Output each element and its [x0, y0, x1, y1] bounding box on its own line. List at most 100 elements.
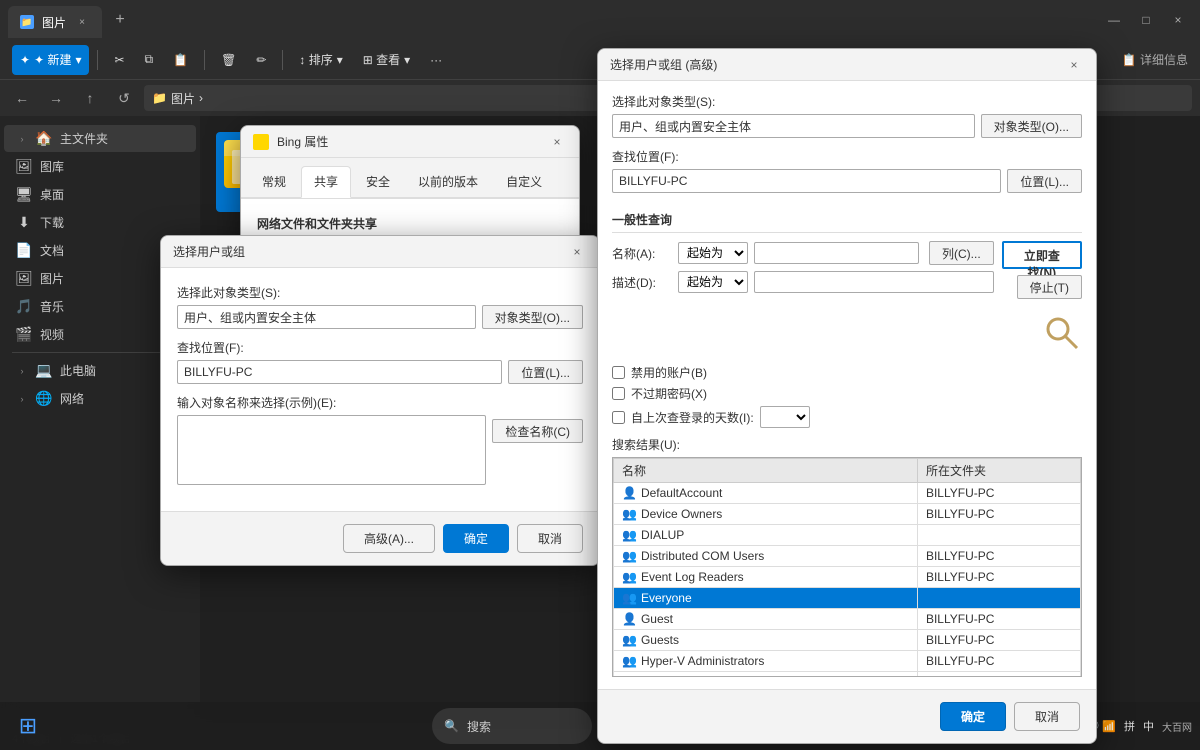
result-folder-cell: BILLYFU-PC	[917, 651, 1080, 672]
bing-props-close[interactable]: ×	[547, 132, 567, 152]
rename-btn[interactable]: ✏	[248, 45, 274, 75]
refresh-btn[interactable]: ↺	[110, 84, 138, 112]
col-btn[interactable]: 列(C)...	[929, 241, 994, 265]
detail-toggle[interactable]: 📋 详细信息	[1122, 51, 1188, 68]
sidebar-label-thispc: 此电脑	[60, 362, 96, 379]
delete-btn[interactable]: 🗑	[213, 45, 244, 75]
path-segment: 图片	[171, 90, 195, 107]
paste-btn[interactable]: 📋	[165, 45, 196, 75]
select-user-advanced-dialog[interactable]: 选择用户或组 (高级) × 选择此对象类型(S): 对象类型(O)... 查找位…	[597, 48, 1097, 744]
result-name-cell: 👥Everyone	[614, 588, 918, 609]
no-expire-label: 不过期密码(X)	[631, 385, 707, 402]
table-row[interactable]: 👥IIS_IUSRSBILLYFU-PC	[614, 672, 1081, 678]
tab-close-btn[interactable]: ×	[74, 14, 90, 30]
sidebar-item-download[interactable]: ⬇ 下载	[4, 209, 196, 236]
taskbar-left: ⊞	[8, 706, 48, 746]
obj-name-textarea[interactable]	[177, 415, 486, 485]
adv-location-field[interactable]	[612, 169, 1001, 193]
result-name-cell: 👥IIS_IUSRS	[614, 672, 918, 678]
title-tab[interactable]: 📁 图片 ×	[8, 6, 102, 38]
sidebar-item-home[interactable]: › 🏠 主文件夹	[4, 125, 196, 152]
tab-share[interactable]: 共享	[301, 166, 351, 198]
select-user-advanced-close[interactable]: ×	[1064, 55, 1084, 75]
result-name-cell: 👥Hyper-V Administrators	[614, 651, 918, 672]
table-row[interactable]: 👥Distributed COM UsersBILLYFU-PC	[614, 546, 1081, 567]
ime-indicator[interactable]: 拼	[1124, 718, 1135, 734]
name-value-field[interactable]	[754, 242, 919, 264]
adv-obj-type-btn[interactable]: 对象类型(O)...	[981, 114, 1082, 138]
obj-type-field[interactable]	[177, 305, 476, 329]
adv-obj-type-field[interactable]	[612, 114, 975, 138]
table-row[interactable]: 👥Hyper-V AdministratorsBILLYFU-PC	[614, 651, 1081, 672]
col-name-header[interactable]: 名称	[614, 459, 918, 483]
find-now-btn[interactable]: 立即查找(N)	[1002, 241, 1082, 269]
tab-security[interactable]: 安全	[353, 166, 403, 197]
obj-type-label: 选择此对象类型(S):	[177, 284, 583, 301]
desc-value-field[interactable]	[754, 271, 994, 293]
sidebar-item-gallery[interactable]: 🖼 图库	[4, 153, 196, 180]
close-btn[interactable]: ×	[1164, 6, 1192, 34]
minimize-btn[interactable]: —	[1100, 6, 1128, 34]
table-row[interactable]: 👥Event Log ReadersBILLYFU-PC	[614, 567, 1081, 588]
adv-location-btn[interactable]: 位置(L)...	[1007, 169, 1082, 193]
disabled-accounts-label: 禁用的账户(B)	[631, 364, 707, 381]
table-row[interactable]: 👤DefaultAccountBILLYFU-PC	[614, 483, 1081, 504]
results-container[interactable]: 名称 所在文件夹 👤DefaultAccountBILLYFU-PC👥Devic…	[612, 457, 1082, 677]
new-tab-btn[interactable]: +	[106, 6, 134, 34]
tab-previous[interactable]: 以前的版本	[405, 166, 491, 197]
name-condition-select[interactable]: 起始为 包含	[678, 242, 748, 264]
check-names-btn[interactable]: 检查名称(C)	[492, 419, 583, 443]
result-folder-cell	[917, 525, 1080, 546]
tab-general[interactable]: 常规	[249, 166, 299, 197]
select-user-small-cancel[interactable]: 取消	[517, 524, 583, 553]
obj-type-btn[interactable]: 对象类型(O)...	[482, 305, 583, 329]
table-row[interactable]: 👥Everyone	[614, 588, 1081, 609]
result-name-cell: 👥Event Log Readers	[614, 567, 918, 588]
select-user-small-ok[interactable]: 确定	[443, 524, 509, 553]
view-label: ⊞ 查看	[363, 51, 400, 68]
new-button[interactable]: ✦ ✦ 新建 ▾	[12, 45, 89, 75]
bing-props-icon	[253, 134, 269, 150]
sidebar-label-pictures: 图片	[40, 270, 64, 287]
general-query-divider: 一般性查询	[612, 203, 1082, 233]
desc-condition-select[interactable]: 起始为 包含	[678, 271, 748, 293]
col-folder-header[interactable]: 所在文件夹	[917, 459, 1080, 483]
select-user-small-body: 选择此对象类型(S): 对象类型(O)... 查找位置(F): 位置(L)...…	[161, 268, 599, 511]
up-btn[interactable]: ↑	[76, 84, 104, 112]
view-btn[interactable]: ⊞ 查看 ▾	[355, 45, 418, 75]
result-name-cell: 👥DIALUP	[614, 525, 918, 546]
network-expand: ›	[16, 393, 28, 405]
location-btn[interactable]: 位置(L)...	[508, 360, 583, 384]
more-btn[interactable]: ···	[422, 45, 450, 75]
forward-btn[interactable]: →	[42, 84, 70, 112]
tab-custom[interactable]: 自定义	[493, 166, 555, 197]
result-folder-cell: BILLYFU-PC	[917, 609, 1080, 630]
maximize-btn[interactable]: □	[1132, 6, 1160, 34]
result-folder-cell: BILLYFU-PC	[917, 504, 1080, 525]
table-row[interactable]: 👥GuestsBILLYFU-PC	[614, 630, 1081, 651]
disabled-accounts-check[interactable]	[612, 366, 625, 379]
select-user-small-dialog[interactable]: 选择用户或组 × 选择此对象类型(S): 对象类型(O)... 查找位置(F):…	[160, 235, 600, 566]
user-icon: 👤	[622, 612, 637, 626]
copy-btn[interactable]: ⧉	[137, 45, 162, 75]
select-user-small-close[interactable]: ×	[567, 242, 587, 262]
toolbar-separator	[97, 50, 98, 70]
back-btn[interactable]: ←	[8, 84, 36, 112]
table-row[interactable]: 👥Device OwnersBILLYFU-PC	[614, 504, 1081, 525]
no-expire-check[interactable]	[612, 387, 625, 400]
table-row[interactable]: 👥DIALUP	[614, 525, 1081, 546]
taskbar-search-box[interactable]: 🔍 搜索	[432, 708, 592, 744]
stop-btn[interactable]: 停止(T)	[1017, 275, 1082, 299]
advanced-btn[interactable]: 高级(A)...	[343, 524, 435, 553]
adv-cancel-btn[interactable]: 取消	[1014, 702, 1080, 731]
cut-btn[interactable]: ✂	[106, 45, 132, 75]
days-select[interactable]	[760, 406, 810, 428]
table-row[interactable]: 👤GuestBILLYFU-PC	[614, 609, 1081, 630]
start-btn[interactable]: ⊞	[8, 706, 48, 746]
adv-ok-btn[interactable]: 确定	[940, 702, 1006, 731]
sort-btn[interactable]: ↕ 排序 ▾	[291, 45, 350, 75]
sidebar-item-desktop[interactable]: 🖥 桌面	[4, 181, 196, 208]
music-icon: 🎵	[16, 299, 32, 315]
location-field[interactable]	[177, 360, 502, 384]
days-check[interactable]	[612, 411, 625, 424]
